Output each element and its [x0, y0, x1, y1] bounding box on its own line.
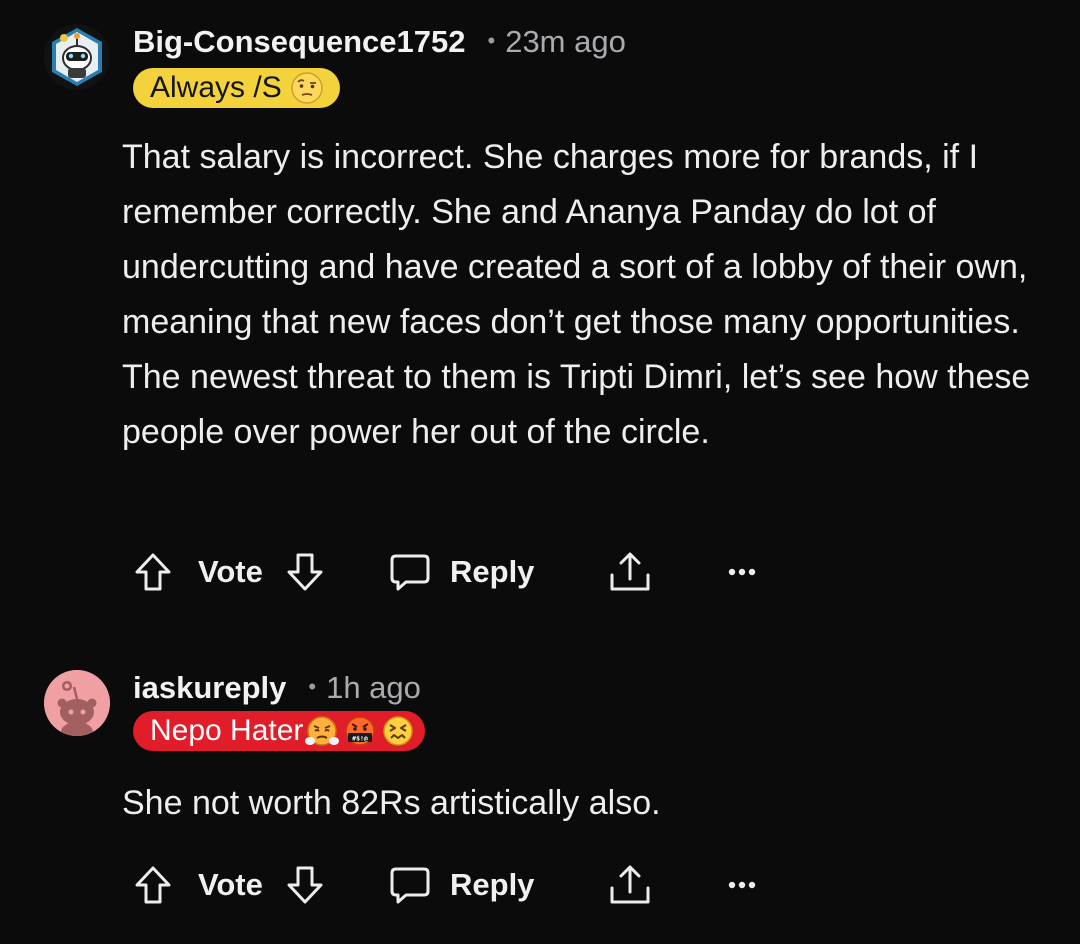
comment-meta: iaskureply • 1h ago — [133, 670, 421, 706]
user-flair: Nepo Hater #$!@ — [133, 711, 426, 751]
share-icon — [610, 552, 650, 591]
user-flair: Always /S — [133, 68, 340, 108]
share-button[interactable] — [606, 547, 654, 597]
confounded-face-emoji-icon — [383, 716, 414, 746]
steam-nose-emoji-icon — [305, 716, 340, 746]
reply-label: Reply — [450, 867, 535, 902]
arrow-down-icon — [287, 866, 323, 904]
comment-body: She not worth 82Rs artistically also. — [122, 784, 661, 822]
arrow-up-icon — [135, 553, 171, 591]
downvote-button[interactable] — [284, 547, 326, 597]
raised-eyebrow-emoji-icon — [290, 72, 323, 104]
comment-actions: Vote Reply — [132, 547, 1032, 597]
separator-dot: • — [487, 28, 496, 53]
cursing-face-emoji-icon: #$!@ — [345, 716, 376, 746]
more-options-button[interactable] — [727, 547, 757, 597]
cursing-symbols: #$!@ — [353, 735, 369, 743]
flair-text: Always /S — [150, 71, 282, 104]
share-icon — [610, 865, 650, 904]
avatar[interactable] — [44, 24, 110, 90]
share-button[interactable] — [606, 860, 654, 910]
default-snoo-avatar-icon — [44, 670, 110, 736]
vote-label: Vote — [198, 547, 263, 597]
username[interactable]: iaskureply — [133, 670, 286, 706]
upvote-button[interactable] — [132, 860, 174, 910]
more-options-button[interactable] — [727, 860, 757, 910]
timestamp: 23m ago — [505, 24, 626, 59]
vote-label-text: Vote — [198, 554, 263, 589]
comment-actions: Vote Reply — [132, 860, 1032, 910]
arrow-down-icon — [287, 553, 323, 591]
reply-button[interactable]: Reply — [388, 547, 534, 597]
username[interactable]: Big-Consequence1752 — [133, 24, 466, 60]
upvote-button[interactable] — [132, 547, 174, 597]
snoo-robot-avatar-icon — [52, 28, 102, 86]
more-dots-icon — [728, 568, 756, 576]
downvote-button[interactable] — [284, 860, 326, 910]
comment-meta: Big-Consequence1752 • 23m ago — [133, 24, 626, 60]
reply-label: Reply — [450, 554, 535, 589]
reply-button[interactable]: Reply — [388, 860, 534, 910]
speech-bubble-icon — [390, 554, 430, 591]
vote-label: Vote — [198, 860, 263, 910]
flair-text: Nepo Hater — [150, 714, 304, 747]
avatar[interactable] — [44, 670, 110, 736]
speech-bubble-icon — [390, 867, 430, 904]
vote-label-text: Vote — [198, 867, 263, 902]
arrow-up-icon — [135, 866, 171, 904]
comment-body: That salary is incorrect. She charges mo… — [122, 138, 1031, 451]
separator-dot: • — [308, 674, 317, 699]
timestamp: 1h ago — [326, 670, 421, 705]
comment: Big-Consequence1752 • 23m ago Always /S … — [0, 0, 1080, 620]
more-dots-icon — [728, 881, 756, 889]
comment: iaskureply • 1h ago Nepo Hater #$!@ She … — [0, 640, 1080, 944]
